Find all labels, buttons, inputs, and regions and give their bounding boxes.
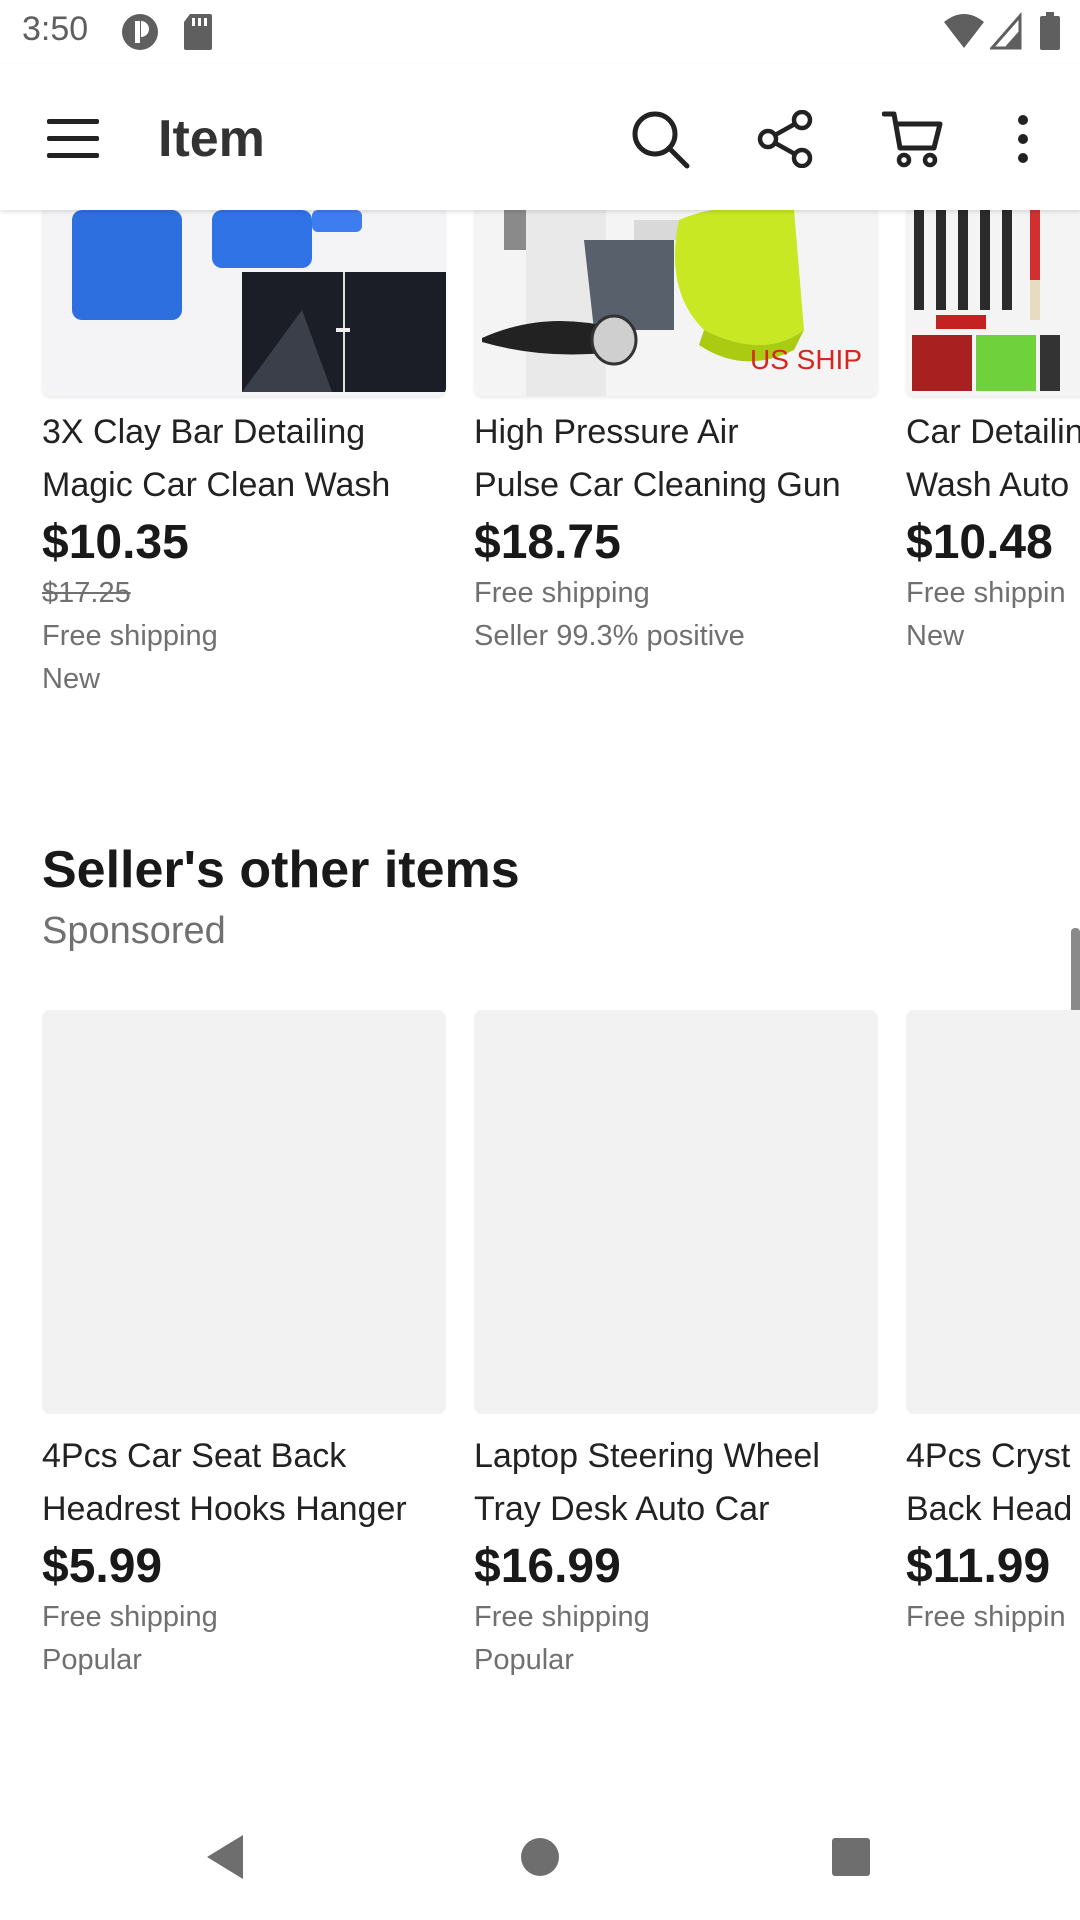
product-title-line: Headrest Hooks Hanger — [42, 1490, 407, 1528]
more-options-button[interactable] — [988, 104, 1058, 174]
back-triangle-icon — [207, 1835, 243, 1879]
share-icon — [757, 110, 813, 168]
product-price: $18.75 — [474, 516, 621, 569]
product-title-line: Wash Auto — [906, 466, 1070, 504]
more-vertical-icon — [1018, 115, 1028, 163]
sponsored-label: Sponsored — [42, 910, 226, 952]
status-bar: 3:50 — [0, 0, 1080, 64]
back-button[interactable] — [190, 1822, 260, 1892]
app-bar: Item — [0, 64, 1080, 210]
shipping-info: Free shipping — [474, 577, 650, 609]
product-card[interactable]: 4Pcs Car Seat Back Headrest Hooks Hanger… — [42, 1010, 446, 1682]
product-image-placeholder — [906, 1010, 1080, 1414]
product-title-line: Back Head — [906, 1490, 1073, 1528]
sd-card-icon — [184, 14, 212, 50]
recents-button[interactable] — [816, 1822, 886, 1892]
original-price: $17.25 — [42, 577, 131, 609]
product-title-line: 4Pcs Cryst — [906, 1437, 1071, 1475]
shopping-cart-icon — [882, 111, 943, 168]
search-button[interactable] — [625, 104, 695, 174]
search-icon — [632, 111, 690, 169]
section-title: Seller's other items — [42, 841, 520, 899]
cart-button[interactable] — [878, 104, 948, 174]
hamburger-menu-icon — [47, 119, 99, 158]
product-image: US SHIP — [474, 210, 878, 396]
product-title-line: Magic Car Clean Wash — [42, 466, 391, 504]
product-image-placeholder — [42, 1010, 446, 1414]
product-title-line: High Pressure Air — [474, 413, 739, 451]
product-title-line: Car Detailin — [906, 413, 1080, 451]
product-price: $11.99 — [906, 1540, 1051, 1593]
menu-button[interactable] — [38, 104, 108, 174]
home-circle-icon — [521, 1838, 559, 1876]
product-title-line: 4Pcs Car Seat Back — [42, 1437, 347, 1475]
shipping-info: Free shipping — [474, 1601, 650, 1633]
home-button[interactable] — [505, 1822, 575, 1892]
product-image-placeholder — [474, 1010, 878, 1414]
battery-icon — [1040, 12, 1060, 50]
product-title-line: 3X Clay Bar Detailing — [42, 413, 366, 451]
item-condition: New — [906, 620, 965, 652]
share-button[interactable] — [750, 104, 820, 174]
seller-rating: Seller 99.3% positive — [474, 620, 745, 652]
product-price: $5.99 — [42, 1540, 163, 1593]
recents-square-icon — [832, 1838, 870, 1876]
detailing-brushes-image — [906, 210, 1080, 396]
product-card[interactable]: 4Pcs Cryst Back Head $11.99 Free shippin — [906, 1010, 1080, 1639]
item-page-content: 3X Clay Bar Detailing Magic Car Clean Wa… — [0, 210, 1080, 1790]
popularity-label: Popular — [474, 1644, 574, 1676]
product-image — [42, 210, 446, 396]
shipping-info: Free shipping — [42, 620, 218, 652]
product-card[interactable]: Car Detailin Wash Auto $10.48 Free shipp… — [906, 210, 1080, 658]
product-card[interactable]: Laptop Steering Wheel Tray Desk Auto Car… — [474, 1010, 878, 1682]
system-navigation-bar — [0, 1790, 1080, 1920]
product-card[interactable]: 3X Clay Bar Detailing Magic Car Clean Wa… — [42, 210, 446, 701]
page-title: Item — [158, 110, 265, 168]
shipping-info: Free shippin — [906, 577, 1066, 609]
popularity-label: Popular — [42, 1644, 142, 1676]
shipping-info: Free shipping — [42, 1601, 218, 1633]
product-title-line: Pulse Car Cleaning Gun — [474, 466, 841, 504]
product-card[interactable]: US SHIP High Pressure Air Pulse Car Clea… — [474, 210, 878, 658]
wifi-icon — [944, 14, 984, 48]
data-saver-icon — [122, 14, 158, 50]
product-image — [906, 210, 1080, 396]
shipping-info: Free shippin — [906, 1601, 1066, 1633]
clay-bar-image — [42, 210, 446, 396]
product-price: $10.48 — [906, 516, 1053, 569]
product-title-line: Tray Desk Auto Car — [474, 1490, 770, 1528]
status-time: 3:50 — [22, 10, 89, 48]
item-condition: New — [42, 663, 101, 695]
product-title-line: Laptop Steering Wheel — [474, 1437, 820, 1475]
cellular-signal-icon — [990, 12, 1022, 50]
product-price: $16.99 — [474, 1540, 621, 1593]
us-ship-badge: US SHIP — [749, 344, 862, 375]
product-price: $10.35 — [42, 516, 189, 569]
